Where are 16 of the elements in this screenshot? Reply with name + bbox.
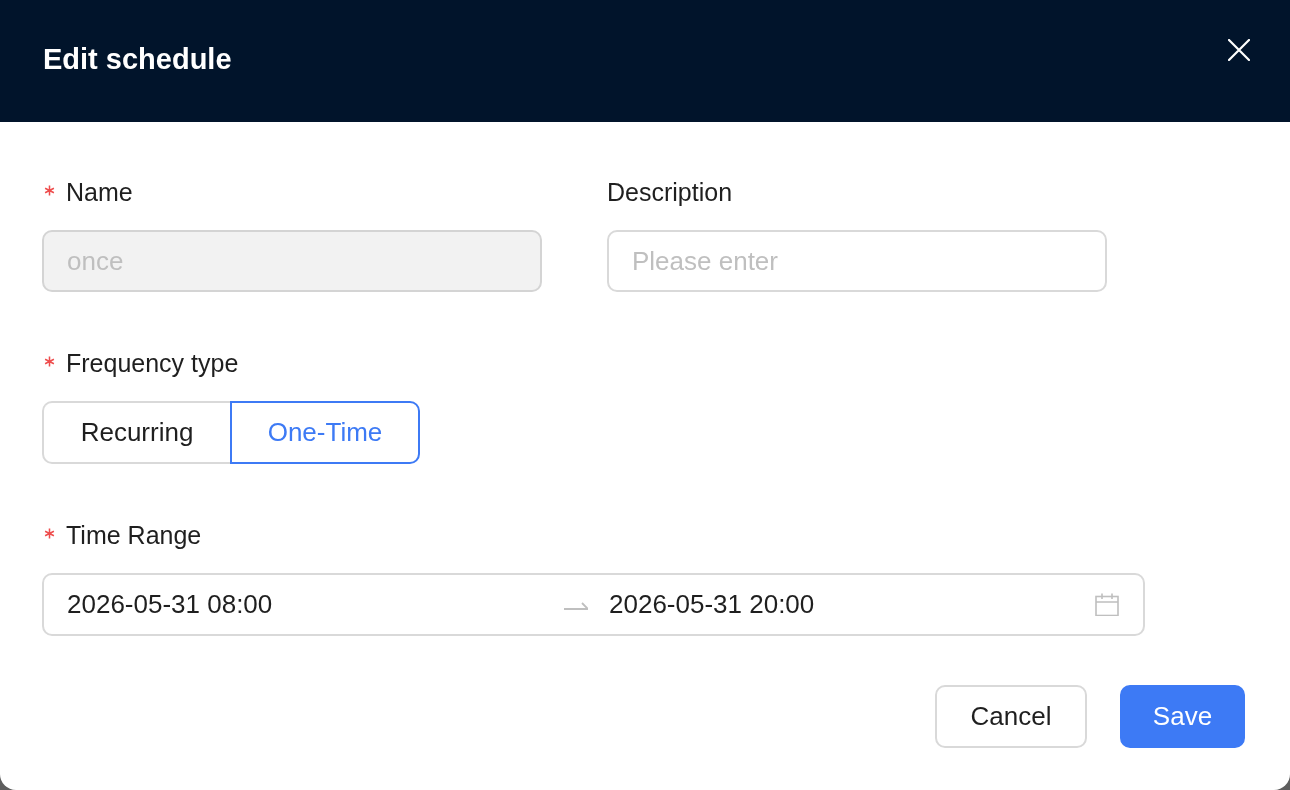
start-date-value[interactable]: 2026-05-31 08:00 [67,589,564,620]
field-label: Description [607,177,733,207]
close-icon [1228,39,1250,61]
frequency-option[interactable]: One-Time [230,401,420,464]
cancel-button[interactable]: Cancel [935,685,1087,748]
field-label: Name [66,177,133,207]
field-label: Frequency type [66,348,239,378]
end-date-value[interactable]: 2026-05-31 20:00 [609,589,1095,620]
calendar-icon [1095,593,1119,616]
save-button[interactable]: Save [1120,685,1245,748]
frequency-option[interactable]: Recurring [42,401,230,464]
close-button[interactable] [1228,39,1250,61]
field-label: Time Range [66,520,202,550]
dialog-title: Edit schedule [43,42,232,76]
text-input-field[interactable]: Please enter [607,230,1107,292]
date-range-field[interactable]: 2026-05-31 08:00 2026-05-31 20:00 [42,573,1145,636]
